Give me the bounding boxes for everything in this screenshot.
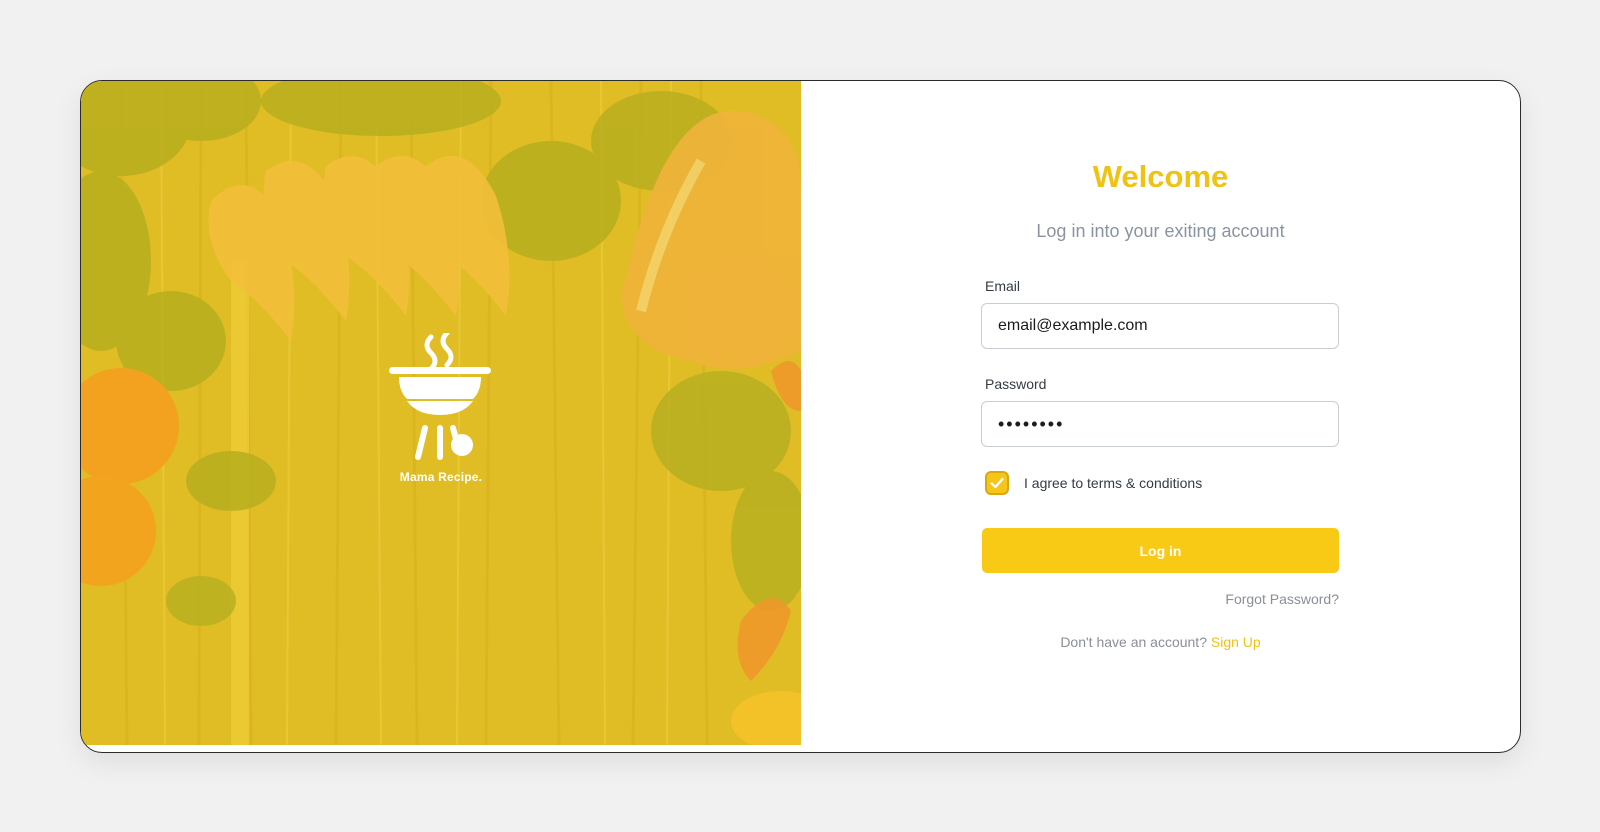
email-field[interactable] bbox=[981, 303, 1339, 349]
page-subtitle: Log in into your exiting account bbox=[1036, 221, 1285, 241]
brand-name: Mama Recipe. bbox=[399, 470, 483, 484]
password-field[interactable] bbox=[981, 401, 1339, 447]
brand-logo: Mama Recipe. bbox=[389, 330, 493, 484]
hero-panel: Mama Recipe. bbox=[81, 81, 801, 745]
checkmark-icon bbox=[990, 477, 1004, 489]
email-label: Email bbox=[985, 278, 1021, 294]
forgot-password-link[interactable]: Forgot Password? bbox=[1225, 591, 1339, 607]
terms-label: I agree to terms & conditions bbox=[1024, 475, 1203, 491]
signup-link[interactable]: Sign Up bbox=[1211, 634, 1261, 650]
terms-checkbox[interactable] bbox=[985, 471, 1009, 495]
login-card: Mama Recipe. Welcome Log in into your ex… bbox=[80, 80, 1521, 753]
password-label: Password bbox=[985, 376, 1047, 392]
page-title: Welcome bbox=[1092, 159, 1229, 194]
login-form: Welcome Log in into your exiting account… bbox=[801, 81, 1520, 752]
grill-icon bbox=[389, 330, 491, 460]
no-account-text: Don't have an account? bbox=[1060, 634, 1207, 650]
login-button[interactable]: Log in bbox=[982, 528, 1339, 573]
signup-prompt: Don't have an account? Sign Up bbox=[801, 634, 1520, 650]
